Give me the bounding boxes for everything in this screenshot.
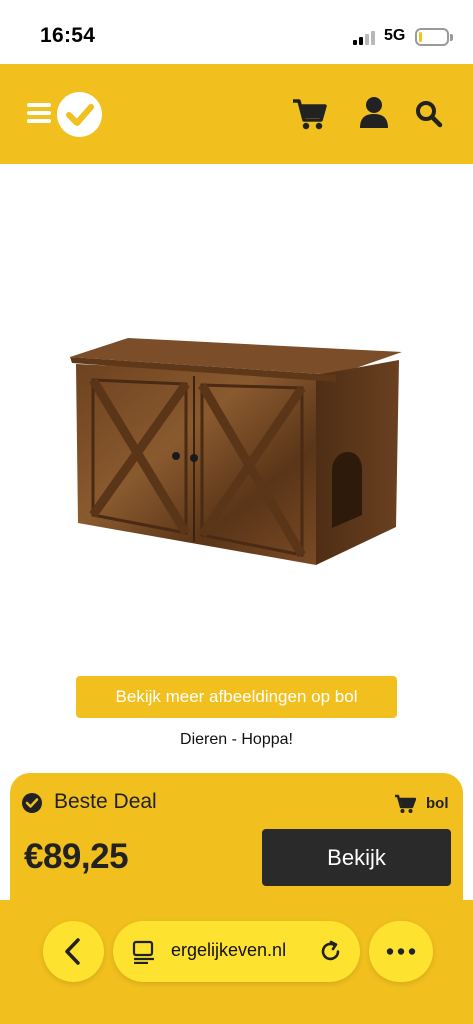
signal-icon: [353, 31, 379, 45]
logo-check-icon[interactable]: [57, 92, 102, 137]
network-label: 5G: [384, 27, 406, 44]
cart-icon[interactable]: [291, 96, 327, 132]
check-circle-icon: [22, 793, 42, 813]
menu-icon[interactable]: [27, 103, 51, 123]
address-bar[interactable]: ergelijkeven.nl: [113, 921, 360, 982]
deal-title: Beste Deal: [54, 790, 157, 813]
price: €89,25: [24, 837, 129, 876]
shop-cart-icon: [395, 794, 416, 813]
more-options-button[interactable]: [369, 921, 433, 982]
battery-cap: [450, 34, 453, 41]
status-time: 16:54: [40, 24, 96, 47]
more-icon: [386, 948, 416, 955]
search-icon[interactable]: [415, 100, 443, 128]
battery-icon: [415, 28, 449, 46]
status-bar: 16:54 5G: [0, 0, 473, 64]
back-arrow-icon: [65, 938, 80, 965]
wooden-cabinet-product-image: [70, 338, 402, 565]
shop-name: bol: [426, 795, 449, 812]
more-images-button[interactable]: Bekijk meer afbeeldingen op bol: [76, 676, 397, 718]
view-deal-button[interactable]: Bekijk: [262, 829, 451, 886]
url-text: ergelijkeven.nl: [171, 940, 287, 960]
user-icon[interactable]: [359, 96, 389, 130]
product-category: Dieren - Hoppa!: [180, 731, 293, 748]
reader-icon[interactable]: [132, 940, 156, 964]
back-button[interactable]: [43, 921, 104, 982]
reload-icon[interactable]: [318, 939, 343, 964]
